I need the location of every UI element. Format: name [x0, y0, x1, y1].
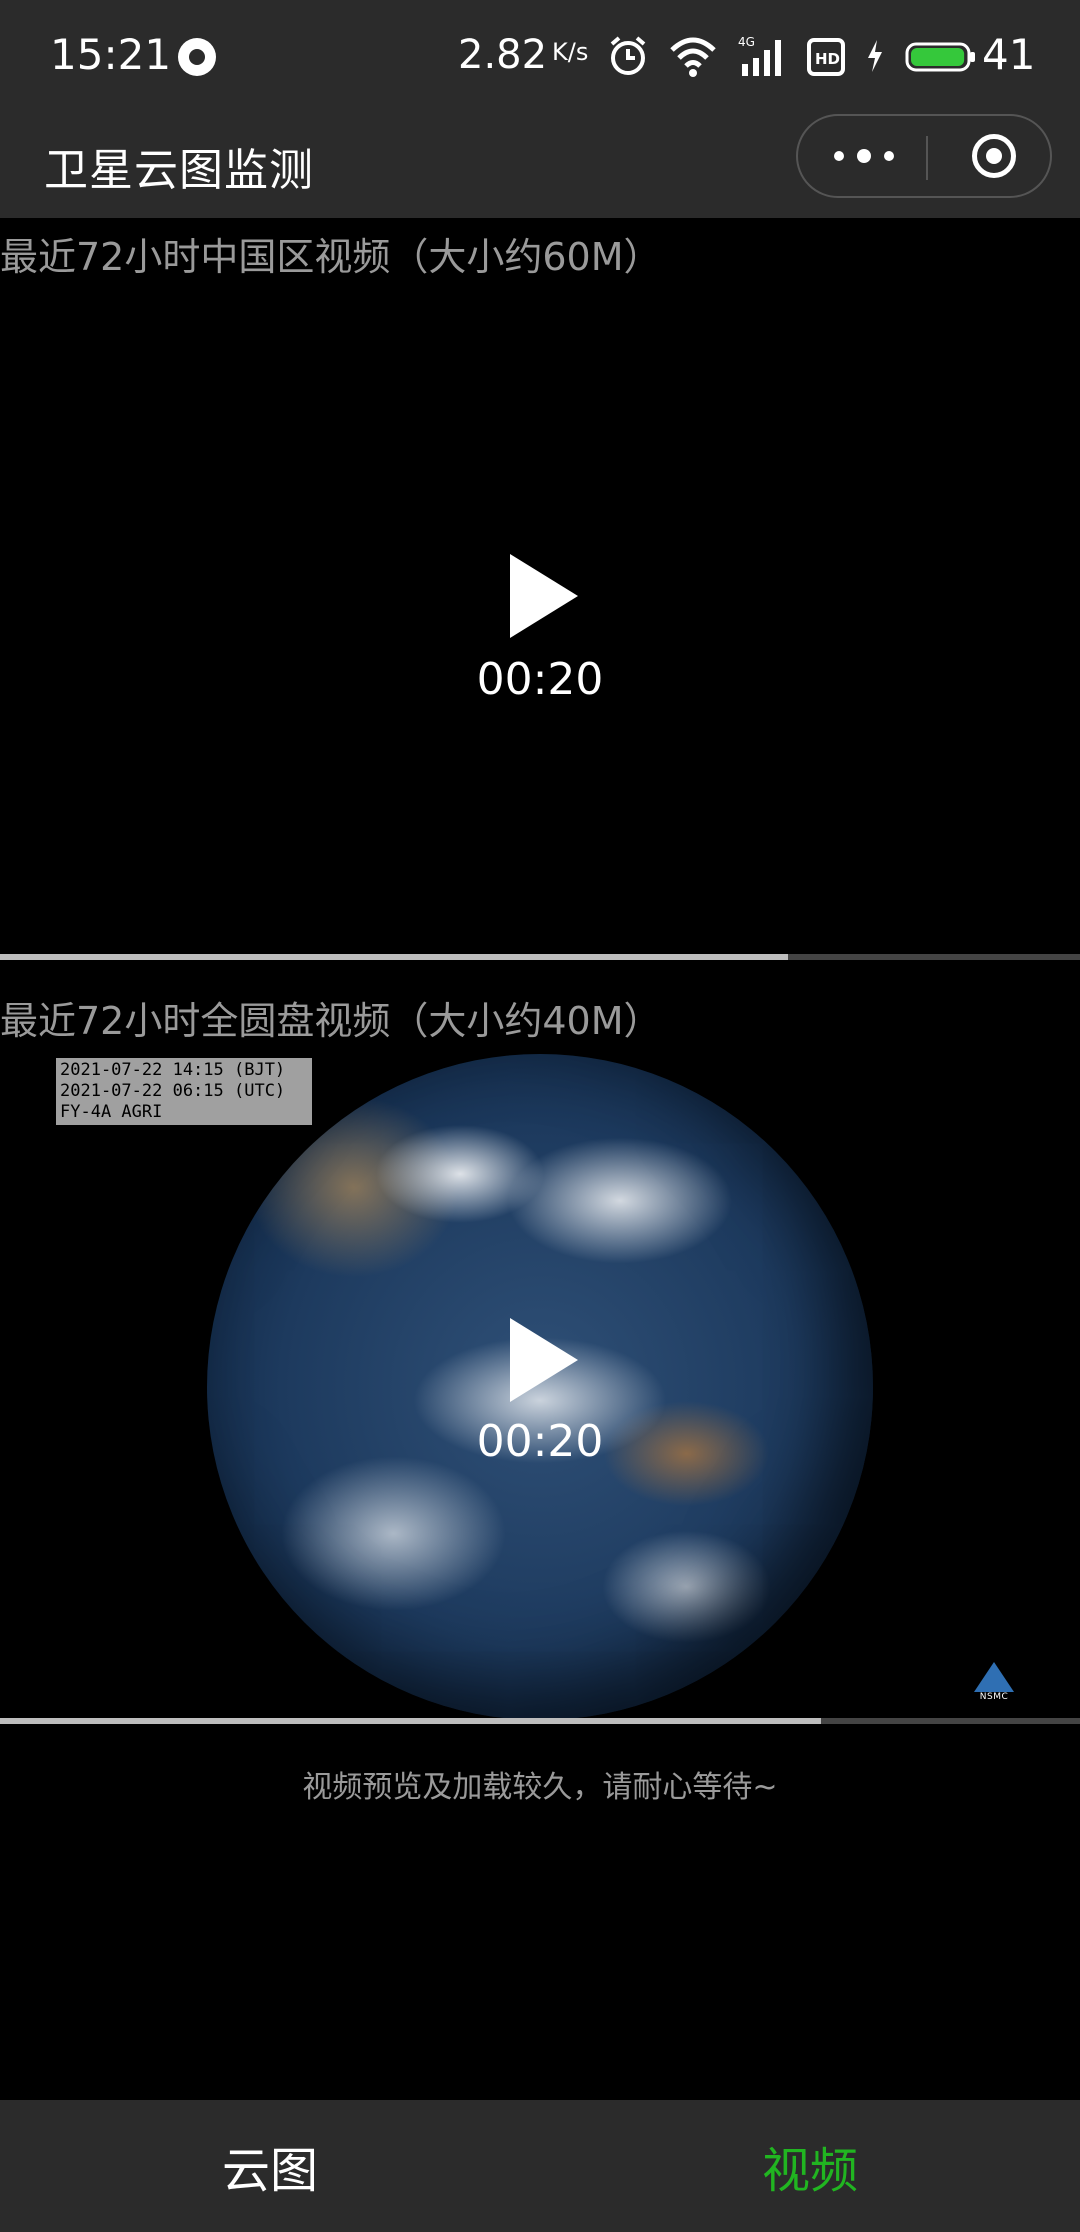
- battery-level: 41: [982, 30, 1036, 79]
- page-title: 卫星云图监测: [44, 145, 314, 196]
- video-title-fulldisk: 最近72小时全圆盘视频（大小约40M）: [0, 999, 662, 1043]
- satellite-timestamp-overlay: 2021-07-22 14:15 (BJT) 2021-07-22 06:15 …: [56, 1058, 312, 1125]
- close-miniprogram-icon[interactable]: [972, 134, 1016, 178]
- status-bar: 15:21 2.82 K/s 4G HD 41: [0, 0, 1080, 114]
- loading-hint: 视频预览及加载较久，请耐心等待~: [302, 1770, 778, 1805]
- alarm-icon: [610, 36, 646, 75]
- hd-label: HD: [815, 50, 840, 68]
- status-time: 15:21: [50, 30, 172, 79]
- overlay-line-bjt: 2021-07-22 14:15 (BJT): [60, 1060, 286, 1080]
- play-icon[interactable]: [510, 554, 578, 638]
- video-player-china[interactable]: 00:20: [0, 284, 1080, 954]
- battery-icon: [905, 42, 975, 72]
- miniprogram-capsule: [796, 114, 1052, 198]
- capsule-divider: [926, 136, 928, 180]
- nsmc-logo-text: NSMC: [979, 1692, 1009, 1702]
- video-progress-fill: [0, 1718, 821, 1724]
- video-duration: 00:20: [476, 654, 604, 705]
- signal-icon: 4G: [738, 35, 781, 76]
- play-icon[interactable]: [510, 1318, 578, 1402]
- tab-cloud-image[interactable]: 云图: [0, 2100, 540, 2232]
- overlay-line-instrument: FY-4A AGRI: [60, 1102, 163, 1122]
- network-speed: 2.82: [458, 32, 548, 78]
- charging-icon: [868, 40, 882, 72]
- tab-video[interactable]: 视频: [540, 2100, 1080, 2232]
- video-progress-china[interactable]: [0, 954, 1080, 960]
- overlay-line-utc: 2021-07-22 06:15 (UTC): [60, 1081, 286, 1101]
- title-bar: 卫星云图监测: [0, 114, 1080, 218]
- video-progress-fulldisk[interactable]: [0, 1718, 1080, 1724]
- more-icon[interactable]: [834, 144, 894, 168]
- notification-icon: [178, 38, 216, 76]
- tab-bar: 云图 视频: [0, 2100, 1080, 2232]
- video-title-china: 最近72小时中国区视频（大小约60M）: [0, 235, 662, 279]
- wifi-icon: [670, 37, 716, 77]
- network-type: 4G: [738, 35, 755, 49]
- network-speed-unit: K/s: [552, 38, 589, 66]
- video-progress-fill: [0, 954, 789, 960]
- hd-icon: HD: [807, 38, 845, 76]
- nsmc-logo: NSMC: [974, 1662, 1014, 1704]
- video-duration: 00:20: [476, 1416, 604, 1467]
